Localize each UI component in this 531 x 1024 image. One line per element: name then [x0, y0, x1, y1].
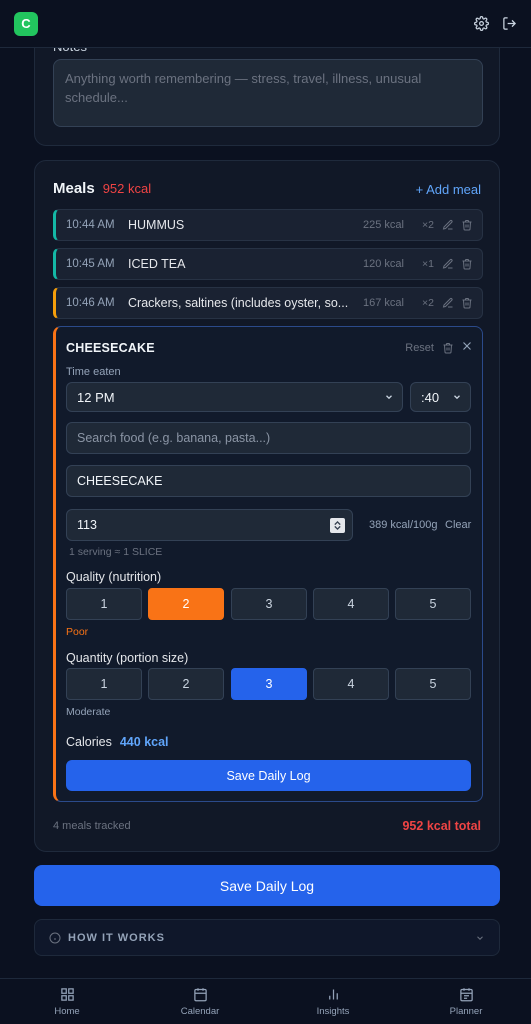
editor-food-title: CHEESECAKE: [66, 341, 155, 355]
trash-icon[interactable]: [442, 341, 454, 354]
pencil-icon[interactable]: [442, 219, 454, 231]
calories-label: Calories: [66, 735, 112, 749]
insights-icon: [328, 989, 338, 1000]
food-search-input[interactable]: Search food (e.g. banana, pasta...): [66, 422, 471, 454]
top-bar: C: [0, 0, 531, 48]
meal-time: 10:46 AM: [66, 297, 115, 309]
quantity-title: Quantity (portion size): [66, 651, 189, 665]
nav-calendar[interactable]: Calendar: [165, 987, 235, 1017]
nav-home-label: Home: [54, 1006, 80, 1017]
save-daily-log-button[interactable]: Save Daily Log: [34, 865, 500, 906]
reset-button[interactable]: Reset: [405, 342, 434, 354]
meals-total: 952 kcal total: [402, 819, 481, 833]
trash-icon[interactable]: [461, 219, 473, 231]
clear-button[interactable]: Clear: [445, 519, 471, 531]
time-eaten-label: Time eaten: [66, 366, 121, 378]
quality-note: Poor: [66, 626, 89, 638]
quantity-option[interactable]: 4: [313, 668, 389, 700]
nav-planner[interactable]: Planner: [431, 987, 501, 1017]
food-name-field[interactable]: CHEESECAKE: [66, 465, 471, 497]
meals-count: 4 meals tracked: [53, 820, 131, 832]
meals-total-kcal: 952 kcal: [102, 181, 152, 196]
nav-insights[interactable]: Insights: [298, 987, 368, 1017]
nav-home[interactable]: Home: [32, 987, 102, 1017]
quality-option-selected[interactable]: 2: [148, 588, 224, 620]
quality-title: Quality (nutrition): [66, 570, 162, 584]
pencil-icon[interactable]: [442, 258, 454, 270]
home-icon: [60, 988, 74, 1001]
meal-kcal: 120 kcal: [363, 258, 404, 270]
meal-multiplier: ×1: [422, 258, 434, 270]
planner-icon: [459, 988, 473, 1002]
trash-icon[interactable]: [461, 258, 473, 270]
kcal-per-100g: 389 kcal/100g: [369, 519, 438, 531]
chevron-down-icon: [475, 933, 485, 943]
info-icon: [49, 932, 61, 944]
quality-option[interactable]: 1: [66, 588, 142, 620]
meal-multiplier: ×2: [422, 219, 434, 231]
calories-value: 440 kcal: [119, 735, 169, 749]
meal-name: Crackers, saltines (includes oyster, so.…: [128, 296, 349, 310]
quality-option[interactable]: 4: [313, 588, 389, 620]
quality-selector: 1 2 3 4 5: [66, 588, 471, 620]
hour-select[interactable]: 12 PM: [66, 382, 403, 412]
quantity-note: Moderate: [66, 706, 111, 718]
quantity-option[interactable]: 5: [395, 668, 471, 700]
app-logo[interactable]: C: [14, 11, 38, 36]
nav-insights-label: Insights: [316, 1006, 350, 1017]
meal-row[interactable]: 10:44 AM HUMMUS 225 kcal ×2: [53, 209, 483, 241]
stepper-icon[interactable]: [330, 518, 345, 533]
chevron-down-icon: [386, 395, 392, 400]
logout-icon[interactable]: [501, 16, 517, 32]
meal-multiplier: ×2: [422, 297, 434, 309]
top-actions: [473, 16, 517, 32]
meal-name: ICED TEA: [128, 257, 186, 271]
bottom-nav: Home Calendar Insights Planner: [0, 978, 531, 1024]
editor-save-button[interactable]: Save Daily Log: [66, 760, 471, 791]
meal-row[interactable]: 10:45 AM ICED TEA 120 kcal ×1: [53, 248, 483, 280]
meal-editor: CHEESECAKE Reset Time eaten 12 PM :40 Se…: [53, 326, 483, 802]
hour-value: 12 PM: [77, 389, 115, 405]
calories-line: Calories 440 kcal: [66, 735, 169, 749]
meal-time: 10:44 AM: [66, 219, 115, 231]
calendar-icon: [193, 988, 207, 1002]
grams-value: 113: [77, 518, 97, 532]
quantity-option[interactable]: 1: [66, 668, 142, 700]
meal-time: 10:45 AM: [66, 258, 115, 270]
minute-select[interactable]: :40: [410, 382, 471, 412]
add-meal-button[interactable]: + Add meal: [416, 182, 481, 197]
serving-note: 1 serving ≈ 1 SLICE: [69, 546, 163, 558]
minute-value: :40: [421, 389, 440, 405]
quantity-option-selected[interactable]: 3: [231, 668, 307, 700]
meal-name: HUMMUS: [128, 218, 185, 232]
meal-kcal: 225 kcal: [363, 219, 404, 231]
meals-title: Meals: [53, 180, 95, 197]
quantity-selector: 1 2 3 4 5: [66, 668, 471, 700]
nav-calendar-label: Calendar: [180, 1006, 220, 1017]
nav-planner-label: Planner: [449, 1006, 483, 1017]
close-icon[interactable]: [460, 339, 474, 353]
meals-header: Meals 952 kcal: [53, 180, 151, 197]
meal-kcal: 167 kcal: [363, 297, 404, 309]
how-it-works-toggle[interactable]: HOW IT WORKS: [34, 919, 500, 956]
grams-input[interactable]: 113: [66, 509, 353, 541]
quality-option[interactable]: 5: [395, 588, 471, 620]
quality-option[interactable]: 3: [231, 588, 307, 620]
notes-textarea[interactable]: Anything worth remembering — stress, tra…: [53, 59, 483, 127]
gear-icon[interactable]: [473, 16, 489, 32]
meals-card: Meals 952 kcal + Add meal 10:44 AM HUMMU…: [34, 160, 500, 852]
trash-icon[interactable]: [461, 297, 473, 309]
pencil-icon[interactable]: [442, 297, 454, 309]
chevron-down-icon: [454, 395, 460, 400]
quantity-option[interactable]: 2: [148, 668, 224, 700]
how-it-works-label: HOW IT WORKS: [68, 931, 165, 944]
meal-row[interactable]: 10:46 AM Crackers, saltines (includes oy…: [53, 287, 483, 319]
